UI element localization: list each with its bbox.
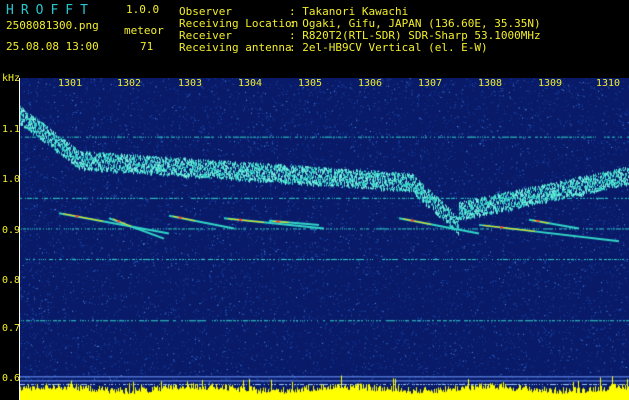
hrofft-window: HROFFT 1.0.0 2508081300.png meteor 25.08… bbox=[0, 0, 629, 400]
observer-value: : Takanori Kawachi bbox=[289, 5, 409, 18]
receiver-label: Receiver bbox=[179, 29, 232, 42]
mode-label: meteor bbox=[124, 24, 164, 37]
y-tick-label: 0.9 bbox=[2, 225, 21, 236]
meteor-count: 71 bbox=[140, 40, 154, 53]
y-tick-label: 0.6 bbox=[2, 373, 21, 384]
spectrogram bbox=[19, 78, 629, 400]
x-tick-label: 1306 bbox=[358, 78, 383, 89]
location-label: Receiving Location bbox=[179, 17, 299, 30]
y-axis-unit: kHz bbox=[2, 73, 21, 84]
x-tick-label: 1304 bbox=[238, 78, 263, 89]
antenna-value: : 2el-HB9CV Vertical (el. E-W) bbox=[289, 41, 488, 54]
x-tick-label: 1307 bbox=[418, 78, 443, 89]
x-tick-label: 1308 bbox=[478, 78, 503, 89]
date-time: 25.08.08 13:00 bbox=[6, 40, 99, 53]
x-tick-label: 1302 bbox=[117, 78, 142, 89]
antenna-label: Receiving antenna bbox=[179, 41, 292, 54]
x-tick-label: 1303 bbox=[178, 78, 203, 89]
x-tick-label: 1309 bbox=[538, 78, 563, 89]
y-tick-label: 0.7 bbox=[2, 323, 21, 334]
y-tick-label: 1.1 bbox=[2, 124, 21, 135]
file-name: 2508081300.png bbox=[6, 19, 99, 32]
observer-label: Observer bbox=[179, 5, 232, 18]
app-title: HROFFT bbox=[6, 3, 95, 18]
y-tick-label: 1.0 bbox=[2, 174, 21, 185]
location-value: : Ogaki, Gifu, JAPAN (136.60E, 35.35N) bbox=[289, 17, 541, 30]
y-tick-label: 0.8 bbox=[2, 275, 21, 286]
x-tick-label: 1305 bbox=[298, 78, 323, 89]
x-tick-label: 1310 bbox=[596, 78, 621, 89]
x-tick-label: 1301 bbox=[58, 78, 83, 89]
app-version: 1.0.0 bbox=[126, 3, 160, 16]
receiver-value: : R820T2(RTL-SDR) SDR-Sharp 53.1000MHz bbox=[289, 29, 541, 42]
